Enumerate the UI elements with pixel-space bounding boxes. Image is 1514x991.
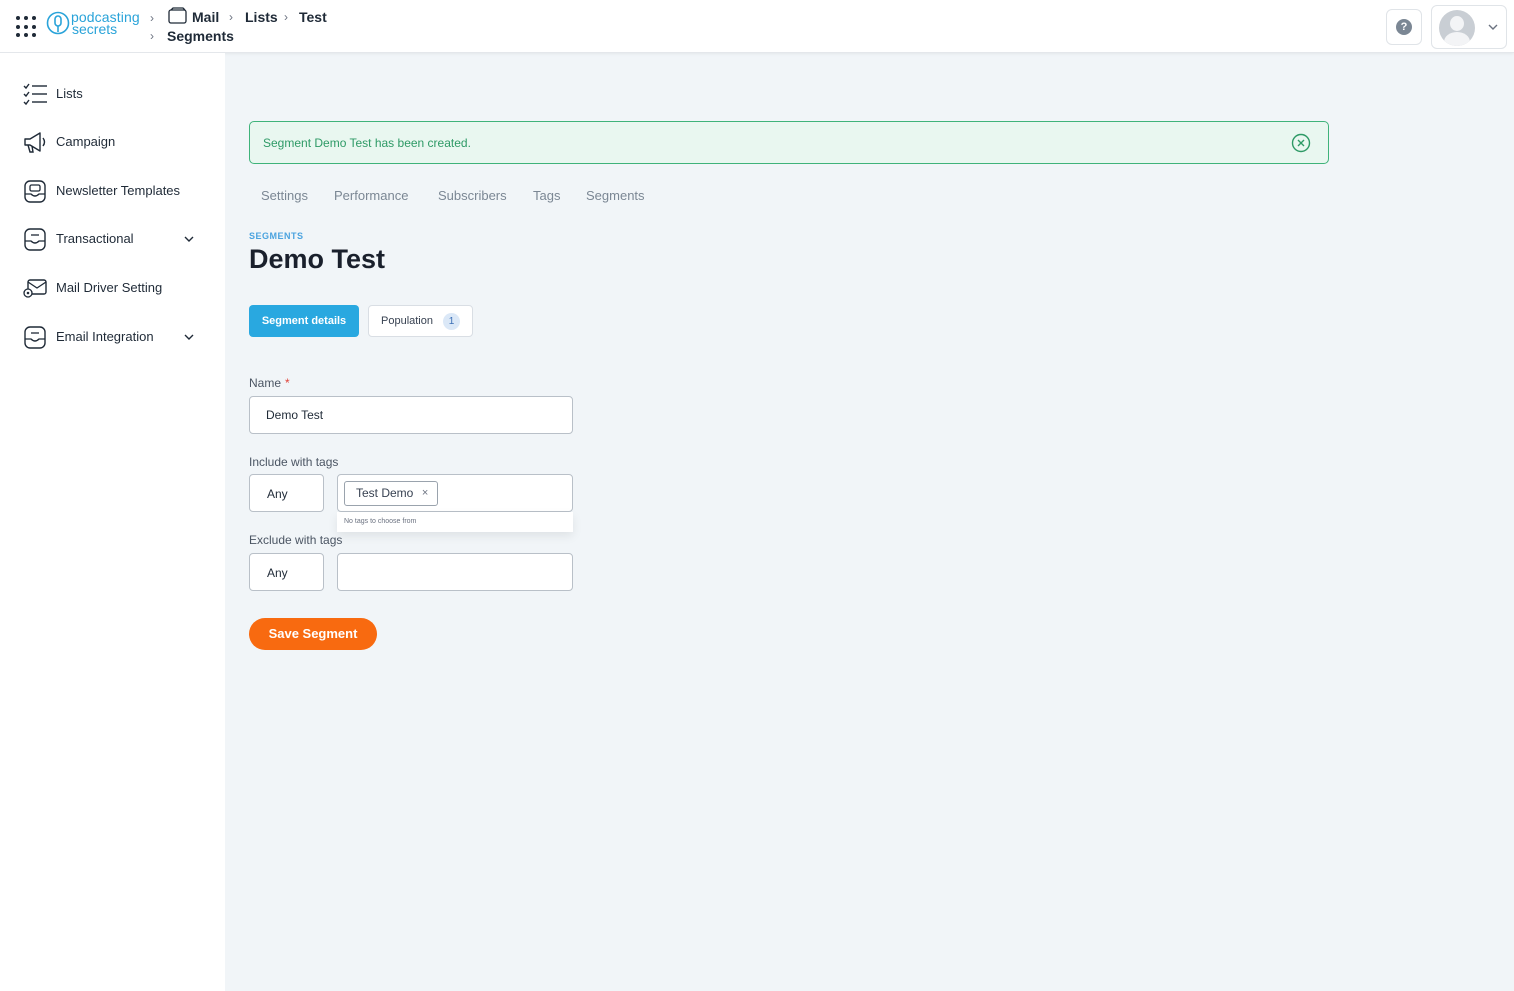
inbox-icon (24, 228, 46, 251)
megaphone-icon (24, 132, 46, 153)
logo-text-bottom: secrets (72, 21, 118, 37)
name-label: Name * (249, 376, 290, 390)
sidebar-item-mail-driver-setting[interactable]: Mail Driver Setting (0, 267, 225, 307)
logo[interactable]: podcasting secrets (46, 9, 146, 39)
chevron-down-icon (1488, 24, 1498, 30)
mail-settings-icon (23, 279, 47, 298)
sidebar-item-campaign[interactable]: Campaign (0, 121, 225, 161)
include-mode-select[interactable]: Any (249, 474, 324, 512)
tab-tags[interactable]: Tags (533, 188, 560, 203)
segment-details-tab[interactable]: Segment details (249, 305, 359, 337)
page-title: Demo Test (249, 244, 386, 274)
close-icon[interactable] (1291, 133, 1311, 153)
integration-icon (24, 326, 46, 349)
alert-message: Segment Demo Test has been created. (263, 136, 471, 150)
help-button[interactable]: ? (1386, 9, 1422, 45)
breadcrumb-mail[interactable]: Mail (192, 9, 219, 25)
breadcrumb-separator-icon: › (284, 10, 288, 24)
include-mode-value: Any (267, 487, 288, 501)
sidebar-item-newsletter-templates[interactable]: Newsletter Templates (0, 170, 225, 210)
population-tab[interactable]: Population 1 (368, 305, 473, 337)
breadcrumb-lists[interactable]: Lists (245, 9, 278, 25)
sidebar-item-label: Newsletter Templates (56, 183, 181, 198)
page-eyebrow: SEGMENTS (249, 231, 304, 241)
sidebar-item-transactional[interactable]: Transactional (0, 218, 225, 258)
checklist-icon (23, 83, 47, 106)
remove-tag-icon[interactable]: × (422, 482, 428, 505)
exclude-mode-value: Any (267, 566, 288, 580)
include-tags-label: Include with tags (249, 455, 339, 469)
breadcrumb-test[interactable]: Test (299, 9, 327, 25)
breadcrumb-separator-icon: › (229, 10, 233, 24)
question-icon: ? (1396, 19, 1412, 35)
tab-segments[interactable]: Segments (586, 188, 645, 203)
dropdown-empty-message: No tags to choose from (344, 518, 417, 525)
apps-grid-icon[interactable] (16, 16, 38, 38)
tag-chip-label: Test Demo (356, 486, 414, 500)
name-field-value: Demo Test (266, 408, 324, 422)
tag-chip: Test Demo × (344, 481, 439, 506)
tab-performance[interactable]: Performance (334, 188, 408, 203)
tags-dropdown: No tags to choose from (337, 512, 573, 532)
exclude-mode-select[interactable]: Any (249, 553, 324, 591)
tab-settings[interactable]: Settings (261, 188, 308, 203)
sidebar-item-label: Email Integration (56, 329, 154, 344)
logo-mic-icon (46, 11, 70, 35)
breadcrumb-separator-icon: › (150, 11, 154, 25)
sidebar: Lists Campaign Newsletter Templates Tran… (0, 53, 225, 991)
mail-box-icon (168, 7, 187, 24)
exclude-tags-label: Exclude with tags (249, 533, 343, 547)
name-field[interactable]: Demo Test (249, 396, 573, 434)
sidebar-item-lists[interactable]: Lists (0, 73, 225, 113)
chevron-down-icon (184, 334, 194, 340)
save-segment-button[interactable]: Save Segment (249, 618, 377, 650)
include-tags-input[interactable]: Test Demo × (337, 474, 573, 512)
sidebar-item-label: Campaign (56, 134, 116, 149)
population-count-badge: 1 (443, 313, 460, 330)
top-bar: podcasting secrets › Mail › Lists › Test… (0, 0, 1514, 53)
sidebar-item-label: Mail Driver Setting (56, 280, 163, 295)
exclude-tags-input[interactable] (337, 553, 573, 591)
template-icon (24, 180, 46, 203)
user-menu-button[interactable] (1431, 5, 1507, 49)
sidebar-item-label: Lists (56, 86, 83, 101)
sidebar-item-email-integration[interactable]: Email Integration (0, 316, 225, 356)
success-alert: Segment Demo Test has been created. (249, 121, 1329, 164)
breadcrumb-segments: Segments (167, 28, 234, 44)
sidebar-item-label: Transactional (56, 231, 134, 246)
population-label: Population (381, 315, 433, 327)
breadcrumb-separator-icon: › (150, 29, 154, 43)
chevron-down-icon (184, 236, 194, 242)
tab-subscribers[interactable]: Subscribers (438, 188, 507, 203)
required-marker: * (285, 376, 290, 390)
avatar (1439, 10, 1475, 46)
